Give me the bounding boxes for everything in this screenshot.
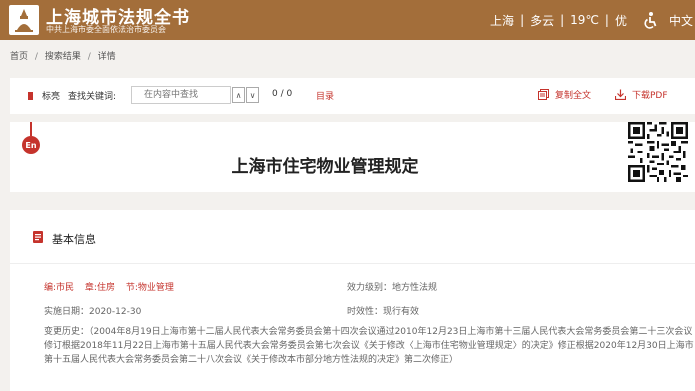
temperature-label: 19℃: [570, 13, 599, 27]
copy-icon: [538, 89, 549, 100]
download-icon: [615, 89, 626, 100]
basic-info-card: 基本信息 编:市民 章:住房 节:物业管理 效力级别：地方性法规 实施日期：20…: [10, 210, 695, 391]
validity-status: 时效性：现行有效: [347, 307, 420, 317]
download-pdf-button[interactable]: 下载PDF: [615, 88, 668, 101]
basic-info-header: 基本信息: [10, 210, 695, 264]
breadcrumb-separator: /: [34, 52, 38, 62]
prev-match-button[interactable]: ∧: [232, 87, 245, 103]
document-title: 上海市住宅物业管理规定: [231, 157, 419, 177]
qr-code-icon: [628, 122, 688, 182]
document-title-card: En 上海市住宅物业管理规定: [10, 122, 695, 192]
breadcrumb-separator: /: [87, 52, 91, 62]
implementation-date: 实施日期：2020-12-30: [44, 307, 142, 317]
basic-info-title: 基本信息: [52, 233, 96, 246]
keyword-label: 查找关键词:: [68, 92, 117, 102]
document-info-icon: [33, 231, 43, 243]
accessibility-icon[interactable]: [641, 11, 659, 29]
document-toolbar: 标亮 查找关键词: ∧ ∨ 0 / 0 目录 复制全文 下载PDF: [10, 78, 695, 114]
separator: |: [604, 13, 609, 27]
match-count: 0 / 0: [272, 89, 293, 99]
air-quality-label: 优: [614, 13, 627, 28]
separator: |: [520, 13, 525, 27]
category-jie-link[interactable]: 节:物业管理: [126, 283, 174, 293]
separator: |: [560, 13, 565, 27]
highlight-toggle[interactable]: 标亮: [42, 89, 60, 102]
next-match-button[interactable]: ∨: [246, 87, 259, 103]
language-switch[interactable]: 中文: [669, 12, 693, 29]
effect-level: 效力级别：地方性法规: [347, 283, 438, 293]
keyword-search-input[interactable]: [131, 86, 231, 104]
copy-all-button[interactable]: 复制全文: [538, 88, 591, 101]
breadcrumb-home[interactable]: 首页: [10, 52, 28, 62]
change-history: 变更历史：（2004年8月19日上海市第十二届人民代表大会常务委员会第十四次会议…: [44, 327, 694, 365]
category-zhang-link[interactable]: 章:住房: [85, 283, 115, 293]
breadcrumb-current: 详情: [97, 52, 116, 62]
highlight-marker-icon: [28, 92, 33, 100]
copy-all-label: 复制全文: [555, 91, 592, 101]
category-bian-link[interactable]: 编:市民: [44, 283, 74, 293]
site-header: 上海城市法规全书 中共上海市委全面依法治市委员会 上海 | 多云 | 19℃ |…: [0, 0, 695, 40]
breadcrumb: 首页 / 搜索结果 / 详情: [10, 49, 116, 62]
download-pdf-label: 下载PDF: [632, 91, 668, 101]
toc-link[interactable]: 目录: [316, 89, 334, 102]
logo-icon[interactable]: [8, 4, 40, 36]
header-status: 上海 | 多云 | 19℃ | 优 中文: [490, 0, 695, 40]
category-line: 编:市民 章:住房 节:物业管理: [44, 280, 182, 293]
city-label[interactable]: 上海: [490, 12, 514, 29]
badge-accent-line: [30, 122, 32, 136]
site-subtitle: 中共上海市委全面依法治市委员会: [46, 25, 166, 34]
breadcrumb-search-results[interactable]: 搜索结果: [45, 52, 81, 62]
weather-label: 多云: [530, 13, 555, 28]
